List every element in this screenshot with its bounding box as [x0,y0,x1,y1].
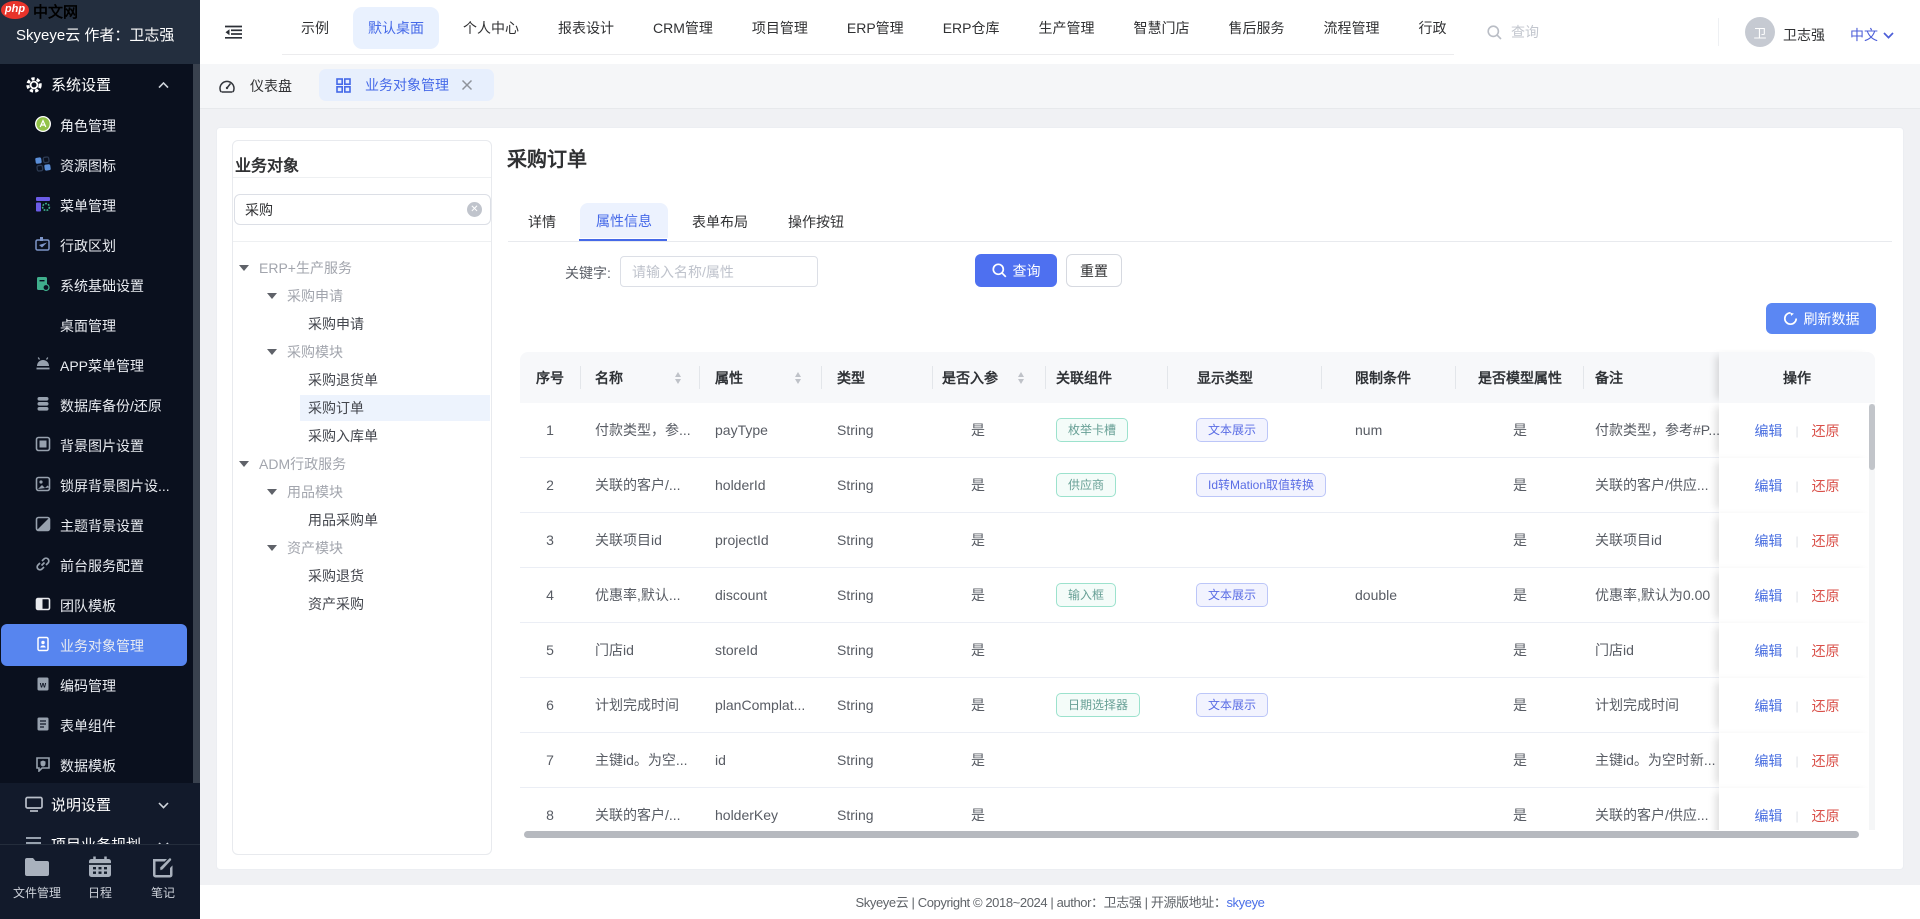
svg-text:w: w [39,681,47,690]
